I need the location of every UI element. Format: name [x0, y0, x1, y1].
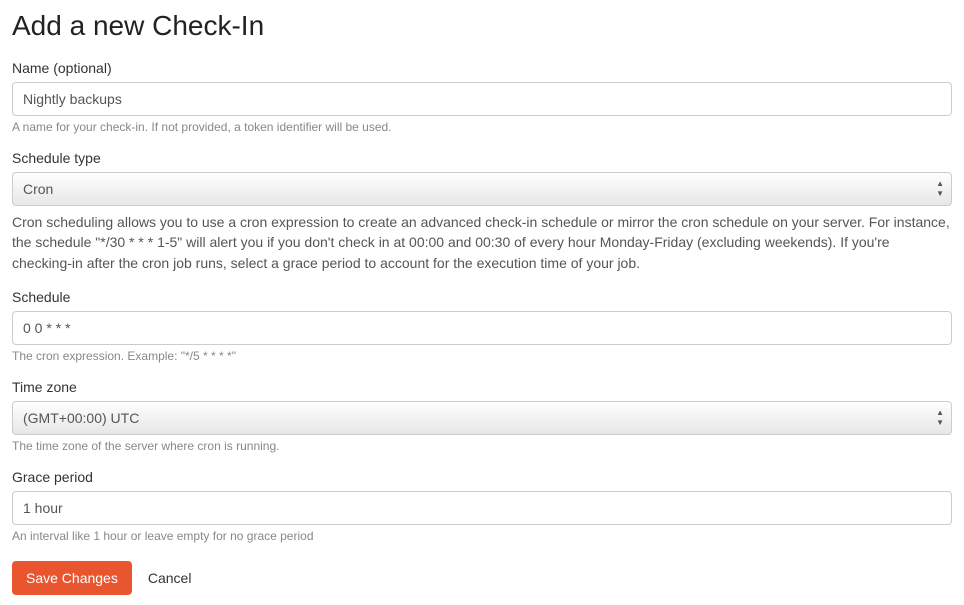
schedule-help: The cron expression. Example: "*/5 * * *…	[12, 349, 952, 363]
timezone-help: The time zone of the server where cron i…	[12, 439, 952, 453]
schedule-type-description: Cron scheduling allows you to use a cron…	[12, 212, 952, 273]
name-group: Name (optional) A name for your check-in…	[12, 60, 952, 134]
schedule-type-label: Schedule type	[12, 150, 952, 166]
schedule-input[interactable]	[12, 311, 952, 345]
timezone-group: Time zone (GMT+00:00) UTC ▲ ▼ The time z…	[12, 379, 952, 453]
cancel-link[interactable]: Cancel	[148, 570, 192, 586]
name-input[interactable]	[12, 82, 952, 116]
timezone-label: Time zone	[12, 379, 952, 395]
grace-period-group: Grace period An interval like 1 hour or …	[12, 469, 952, 543]
schedule-type-select[interactable]: Cron	[12, 172, 952, 206]
grace-period-help: An interval like 1 hour or leave empty f…	[12, 529, 952, 543]
button-row: Save Changes Cancel	[12, 561, 952, 595]
name-help: A name for your check-in. If not provide…	[12, 120, 952, 134]
schedule-group: Schedule The cron expression. Example: "…	[12, 289, 952, 363]
save-button[interactable]: Save Changes	[12, 561, 132, 595]
grace-period-label: Grace period	[12, 469, 952, 485]
grace-period-input[interactable]	[12, 491, 952, 525]
timezone-select[interactable]: (GMT+00:00) UTC	[12, 401, 952, 435]
schedule-type-group: Schedule type Cron ▲ ▼ Cron scheduling a…	[12, 150, 952, 273]
name-label: Name (optional)	[12, 60, 952, 76]
page-title: Add a new Check-In	[12, 10, 952, 42]
schedule-label: Schedule	[12, 289, 952, 305]
